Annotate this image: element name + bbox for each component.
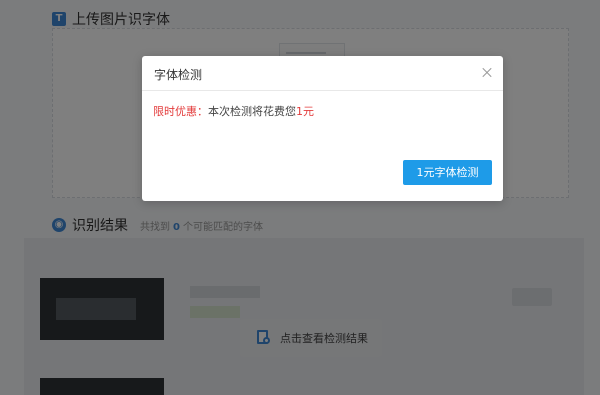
message-text: 本次检测将花费您 — [208, 105, 296, 118]
close-icon[interactable] — [479, 65, 495, 81]
font-detect-modal: 字体检测 限时优惠：本次检测将花费您1元 1元字体检测 — [142, 56, 503, 201]
confirm-detect-button[interactable]: 1元字体检测 — [403, 160, 492, 185]
modal-title: 字体检测 — [154, 68, 203, 82]
modal-message: 限时优惠：本次检测将花费您1元 — [153, 103, 314, 119]
price-text: 1元 — [296, 105, 314, 118]
modal-header: 字体检测 — [142, 56, 503, 91]
promo-label: 限时优惠： — [153, 105, 208, 118]
